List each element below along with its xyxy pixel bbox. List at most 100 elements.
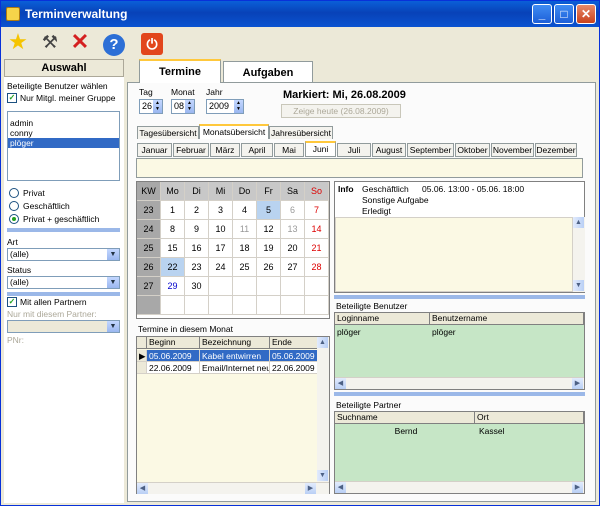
- scroll-left-icon[interactable]: ◀: [137, 483, 148, 494]
- calendar-day[interactable]: 27: [281, 258, 305, 277]
- calendar-day[interactable]: [233, 296, 257, 315]
- calendar-day[interactable]: [305, 277, 329, 296]
- tab-jahresuebersicht[interactable]: Jahresübersicht: [269, 126, 333, 139]
- tools-icon[interactable]: ⚒: [37, 29, 63, 55]
- scroll-up-icon[interactable]: ▲: [317, 337, 328, 348]
- calendar-day[interactable]: [281, 296, 305, 315]
- horizontal-scrollbar[interactable]: ◀ ▶: [335, 377, 584, 389]
- horizontal-scrollbar[interactable]: ◀ ▶: [137, 482, 329, 494]
- table-cell[interactable]: Kassel: [475, 425, 584, 437]
- calendar-day[interactable]: 20: [281, 239, 305, 258]
- calendar-day[interactable]: 18: [233, 239, 257, 258]
- calendar-day[interactable]: 17: [209, 239, 233, 258]
- list-item[interactable]: admin: [8, 118, 119, 128]
- calendar-day[interactable]: 6: [281, 201, 305, 220]
- table-cell[interactable]: plöger: [335, 326, 430, 338]
- calendar-day[interactable]: 22: [161, 258, 185, 277]
- calendar-day[interactable]: 24: [209, 258, 233, 277]
- users-listbox[interactable]: admin conny plöger: [7, 111, 120, 181]
- calendar-day[interactable]: 25: [233, 258, 257, 277]
- calendar-day[interactable]: 9: [185, 220, 209, 239]
- calendar-day[interactable]: 13: [281, 220, 305, 239]
- calendar-day[interactable]: 14: [305, 220, 329, 239]
- month-tab[interactable]: September: [407, 143, 454, 157]
- spin-arrows-icon[interactable]: ▲ ▼: [234, 100, 243, 113]
- month-tab[interactable]: Dezember: [535, 143, 577, 157]
- tab-termine[interactable]: Termine: [139, 59, 221, 83]
- calendar-day[interactable]: 4: [233, 201, 257, 220]
- chevron-down-icon[interactable]: ▼: [107, 249, 119, 260]
- table-cell[interactable]: 22.06.2009: [270, 362, 318, 374]
- maximize-button[interactable]: □: [554, 4, 574, 24]
- month-tab[interactable]: April: [241, 143, 273, 157]
- tab-tagesuebersicht[interactable]: Tagesübersicht: [137, 126, 199, 139]
- star-icon[interactable]: ★: [5, 29, 31, 55]
- col-header-benutzername[interactable]: Benutzername: [430, 313, 584, 325]
- col-header-loginname[interactable]: Loginname: [335, 313, 430, 325]
- tab-aufgaben[interactable]: Aufgaben: [223, 61, 313, 82]
- horizontal-scrollbar[interactable]: ◀ ▶: [335, 481, 584, 493]
- calendar-day[interactable]: 30: [185, 277, 209, 296]
- calendar-day[interactable]: 7: [305, 201, 329, 220]
- calendar-day[interactable]: 28: [305, 258, 329, 277]
- delete-icon[interactable]: ✕: [67, 29, 93, 55]
- power-icon[interactable]: ⏻: [139, 29, 165, 55]
- calendar-day[interactable]: 26: [257, 258, 281, 277]
- calendar-day[interactable]: [257, 277, 281, 296]
- scroll-down-icon[interactable]: ▼: [573, 280, 584, 291]
- table-cell[interactable]: Kabel entwirren: [200, 350, 270, 362]
- radio-both[interactable]: [9, 214, 19, 224]
- calendar-day[interactable]: [233, 277, 257, 296]
- group-only-checkbox[interactable]: ✓: [7, 93, 17, 103]
- calendar-day[interactable]: [185, 296, 209, 315]
- scroll-up-icon[interactable]: ▲: [573, 217, 584, 228]
- col-header-ende[interactable]: Ende: [270, 337, 318, 349]
- calendar-day[interactable]: [209, 277, 233, 296]
- vertical-scrollbar[interactable]: ▲ ▼: [573, 217, 585, 292]
- help-icon[interactable]: ?: [101, 29, 127, 56]
- minimize-button[interactable]: _: [532, 4, 552, 24]
- col-header-beginn[interactable]: Beginn: [147, 337, 200, 349]
- month-tab[interactable]: Juni: [305, 141, 336, 157]
- table-cell[interactable]: 22.06.2009: [147, 362, 200, 374]
- calendar-day[interactable]: 5: [257, 201, 281, 220]
- calendar-day[interactable]: 11: [233, 220, 257, 239]
- table-cell[interactable]: plöger: [430, 326, 584, 338]
- scroll-left-icon[interactable]: ◀: [335, 482, 346, 493]
- table-cell[interactable]: 05.06.2009: [147, 350, 200, 362]
- calendar-day[interactable]: 16: [185, 239, 209, 258]
- jahr-spinner[interactable]: 2009 ▲ ▼: [206, 99, 244, 114]
- tab-monatsuebersicht[interactable]: Monatsübersicht: [199, 124, 269, 139]
- calendar-day[interactable]: [161, 296, 185, 315]
- calendar-day[interactable]: 15: [161, 239, 185, 258]
- col-header-bezeichnung[interactable]: Bezeichnung: [200, 337, 270, 349]
- calendar-day[interactable]: 19: [257, 239, 281, 258]
- calendar-day[interactable]: 1: [161, 201, 185, 220]
- vertical-scrollbar[interactable]: ▲ ▼: [317, 337, 329, 482]
- show-today-button[interactable]: Zeige heute (26.08.2009): [281, 104, 401, 118]
- calendar-day[interactable]: 23: [185, 258, 209, 277]
- calendar-day[interactable]: [257, 296, 281, 315]
- month-tab[interactable]: November: [491, 143, 534, 157]
- calendar-day[interactable]: 21: [305, 239, 329, 258]
- calendar-day[interactable]: 29: [161, 277, 185, 296]
- status-select[interactable]: (alle) ▼: [7, 276, 120, 289]
- calendar-day[interactable]: 2: [185, 201, 209, 220]
- spin-arrows-icon[interactable]: ▲ ▼: [185, 100, 194, 113]
- table-cell[interactable]: 05.06.2009: [270, 350, 318, 362]
- calendar-day[interactable]: [281, 277, 305, 296]
- close-button[interactable]: ✕: [576, 4, 596, 24]
- list-item[interactable]: plöger: [8, 138, 119, 148]
- month-tab[interactable]: März: [210, 143, 240, 157]
- month-tab[interactable]: Juli: [337, 143, 371, 157]
- calendar-day[interactable]: 3: [209, 201, 233, 220]
- art-select[interactable]: (alle) ▼: [7, 248, 120, 261]
- scroll-right-icon[interactable]: ▶: [572, 378, 583, 389]
- scroll-left-icon[interactable]: ◀: [335, 378, 346, 389]
- calendar-day[interactable]: [209, 296, 233, 315]
- calendar-day[interactable]: 12: [257, 220, 281, 239]
- list-item[interactable]: conny: [8, 128, 119, 138]
- scroll-down-icon[interactable]: ▼: [317, 470, 328, 481]
- month-tab[interactable]: Februar: [173, 143, 209, 157]
- calendar-day[interactable]: 8: [161, 220, 185, 239]
